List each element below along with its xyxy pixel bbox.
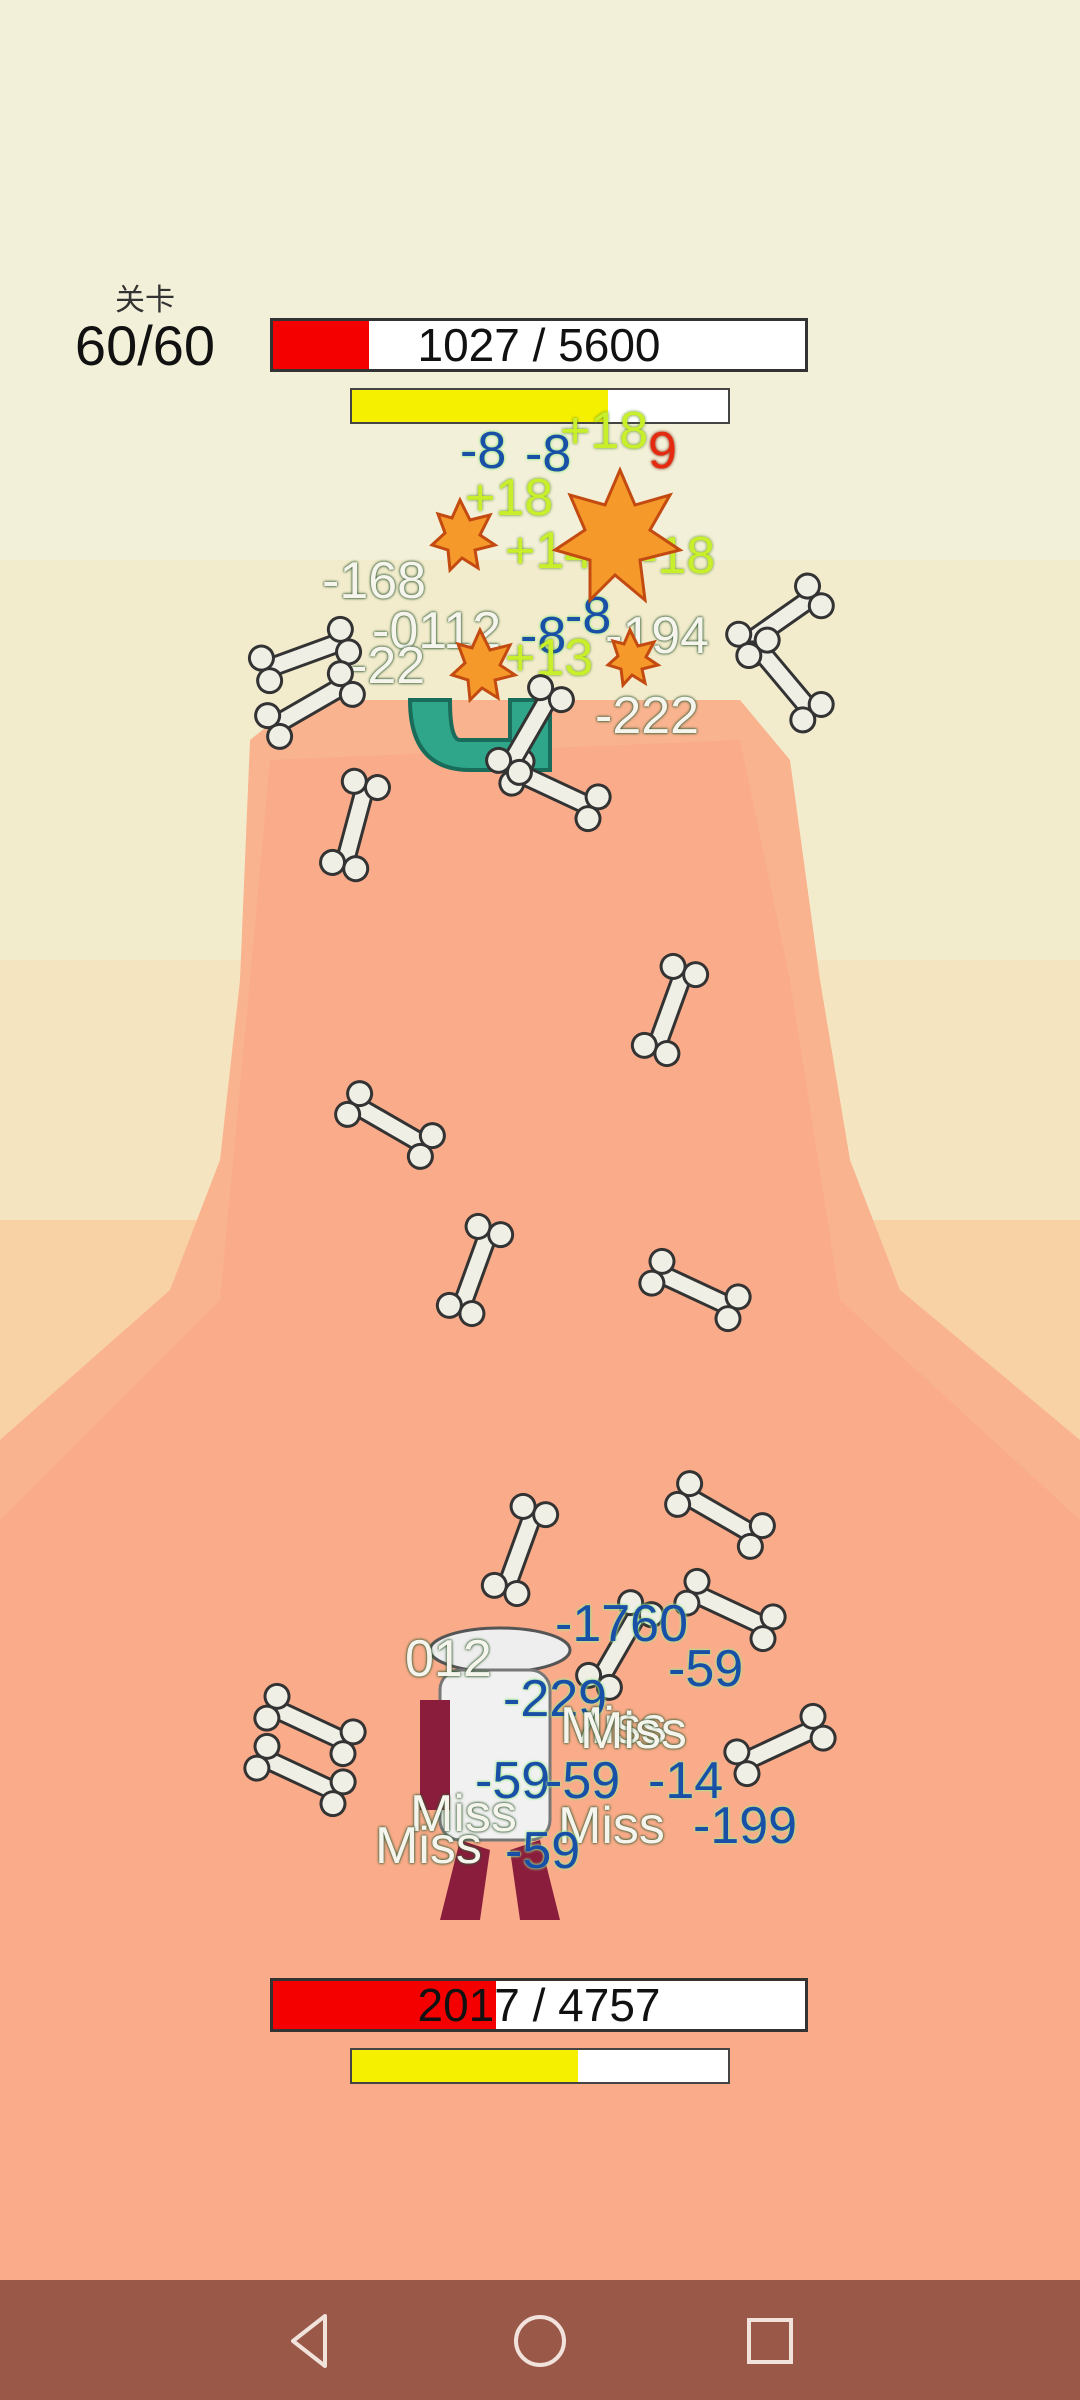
level-indicator: 关卡 60/60 [60,285,230,375]
damage-number: Miss [375,1817,482,1875]
damage-number: -59 [505,1822,581,1880]
damage-number: -168 [322,552,427,610]
level-label: 关卡 [115,284,175,317]
explosion-effects [429,466,684,704]
player-energy-fill [352,2050,578,2082]
home-icon[interactable] [505,2306,575,2376]
damage-number: -199 [693,1797,798,1855]
damage-number: 012 [405,1630,492,1688]
damage-number: -22 [350,637,426,695]
level-value: 60/60 [74,314,216,377]
back-icon[interactable] [275,2306,345,2376]
recents-icon[interactable] [735,2306,805,2376]
enemy-energy-bar [350,388,730,424]
enemy-hp-bar: 1027 / 5600 [270,318,808,372]
damage-number: -59 [668,1640,744,1698]
player-hp-text: 2017 / 4757 [417,1979,661,2031]
player-energy-bar [350,2048,730,2084]
player-hp-bar: 2017 / 4757 [270,1978,808,2032]
enemy-hp-text: 1027 / 5600 [417,319,661,371]
damage-number: Miss [580,1702,687,1760]
